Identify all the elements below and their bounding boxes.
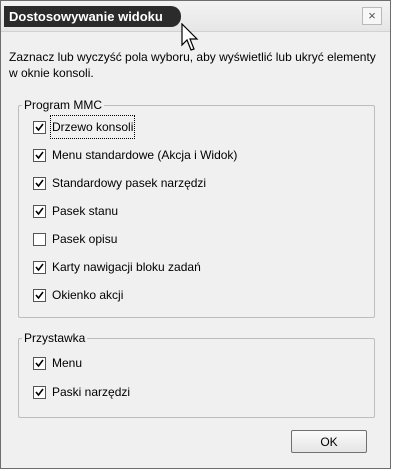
checkbox-label: Pasek opisu [52, 232, 118, 246]
group-przystawka: Przystawka Menu Paski narzędzi [18, 330, 375, 418]
checkbox-icon[interactable] [33, 177, 46, 190]
checkbox-icon[interactable] [33, 289, 46, 302]
group-title-przystawka: Przystawka [22, 330, 88, 346]
checkbox-icon[interactable] [33, 233, 46, 246]
checkbox-label: Pasek stanu [52, 204, 119, 218]
checkbox-label: Standardowy pasek narzędzi [52, 176, 207, 190]
description-text: Zaznacz lub wyczyść pola wyboru, aby wyś… [9, 50, 376, 80]
checkbox-icon[interactable] [33, 261, 46, 274]
checkbox-label: Drzewo konsoli [49, 115, 136, 139]
customize-view-dialog: Dostosowywanie widoku × Zaznacz lub wycz… [0, 0, 391, 469]
close-button[interactable]: × [362, 7, 382, 25]
checkbox-icon[interactable] [33, 357, 46, 370]
dialog-title: Dostosowywanie widoku [4, 6, 181, 27]
group-program-mmc: Program MMC Drzewo konsoli Menu standard… [18, 97, 375, 318]
checkbox-icon[interactable] [33, 149, 46, 162]
checkbox-icon[interactable] [33, 205, 46, 218]
checkbox-label: Okienko akcji [52, 288, 124, 302]
group-title-program-mmc: Program MMC [22, 97, 105, 113]
checkbox-icon[interactable] [33, 386, 46, 399]
ok-button[interactable]: OK [291, 430, 367, 453]
checkbox-label: Menu [52, 356, 83, 370]
checkbox-icon[interactable] [33, 121, 46, 134]
checkbox-label: Menu standardowe (Akcja i Widok) [52, 148, 238, 162]
checkbox-label: Paski narzędzi [52, 385, 131, 399]
checkbox-label: Karty nawigacji bloku zadań [52, 260, 201, 274]
